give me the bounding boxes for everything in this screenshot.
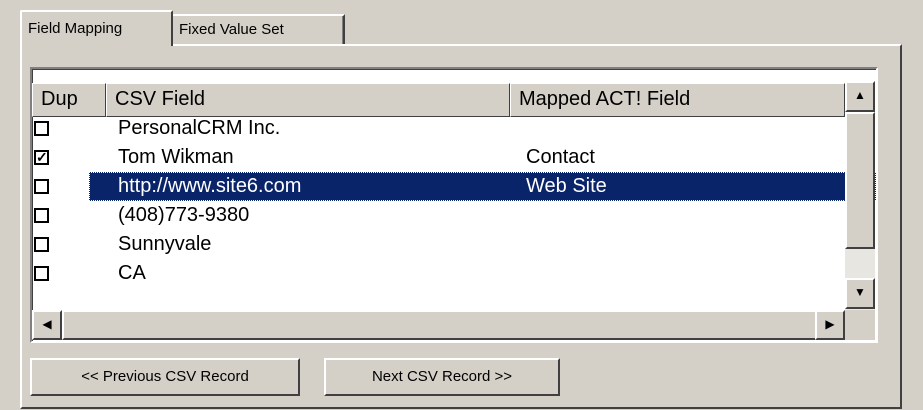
- dup-checkbox[interactable]: ✓: [34, 150, 49, 165]
- scroll-up-button[interactable]: ▲: [845, 81, 875, 112]
- next-csv-record-button[interactable]: Next CSV Record >>: [324, 358, 560, 396]
- arrow-down-icon: ▼: [854, 285, 866, 299]
- dup-checkbox[interactable]: [34, 179, 49, 194]
- arrow-left-icon: ◀: [42, 317, 52, 331]
- csv-field-cell: (408)773-9380: [118, 204, 250, 226]
- checkmark-icon: ✓: [36, 149, 48, 165]
- dup-checkbox[interactable]: [34, 266, 49, 281]
- horizontal-scroll-thumb[interactable]: [62, 310, 822, 340]
- table-row[interactable]: ✓ Tom Wikman Contact: [32, 143, 844, 172]
- table-row[interactable]: PersonalCRM Inc.: [32, 114, 844, 143]
- column-header-dup[interactable]: Dup: [32, 83, 106, 117]
- dup-checkbox[interactable]: [34, 208, 49, 223]
- column-header-csv-field[interactable]: CSV Field: [106, 83, 510, 117]
- table-row-selected[interactable]: http://www.site6.com Web Site: [32, 172, 876, 201]
- mapped-field-cell: Web Site: [526, 175, 607, 197]
- csv-field-cell: Tom Wikman: [118, 146, 234, 168]
- tab-field-mapping[interactable]: Field Mapping: [20, 10, 173, 46]
- mapping-rows: PersonalCRM Inc. ✓ Tom Wikman Contact ht…: [32, 114, 876, 288]
- arrow-right-icon: ▶: [825, 317, 835, 331]
- arrow-up-icon: ▲: [854, 88, 866, 102]
- csv-field-cell: Sunnyvale: [118, 233, 212, 255]
- horizontal-scrollbar[interactable]: ◀ ▶: [32, 310, 845, 340]
- vertical-scroll-thumb[interactable]: [845, 112, 875, 249]
- previous-csv-record-button[interactable]: << Previous CSV Record: [30, 358, 300, 396]
- csv-field-cell: CA: [118, 262, 146, 284]
- dup-checkbox[interactable]: [34, 237, 49, 252]
- tab-fixed-value-set[interactable]: Fixed Value Set: [173, 14, 345, 44]
- table-row[interactable]: CA: [32, 259, 844, 288]
- table-row[interactable]: (408)773-9380: [32, 201, 844, 230]
- scrollbar-corner: [845, 310, 875, 340]
- scroll-right-button[interactable]: ▶: [815, 310, 845, 340]
- mapped-field-cell: Contact: [526, 146, 595, 168]
- scroll-left-button[interactable]: ◀: [32, 310, 62, 340]
- column-header-mapped-act-field[interactable]: Mapped ACT! Field: [510, 83, 845, 117]
- table-row[interactable]: Sunnyvale: [32, 230, 844, 259]
- csv-field-cell: PersonalCRM Inc.: [118, 117, 281, 139]
- vertical-scrollbar[interactable]: ▲ ▼: [845, 81, 875, 313]
- scroll-down-button[interactable]: ▼: [845, 278, 875, 309]
- csv-field-cell: http://www.site6.com: [118, 175, 302, 197]
- dup-checkbox[interactable]: [34, 121, 49, 136]
